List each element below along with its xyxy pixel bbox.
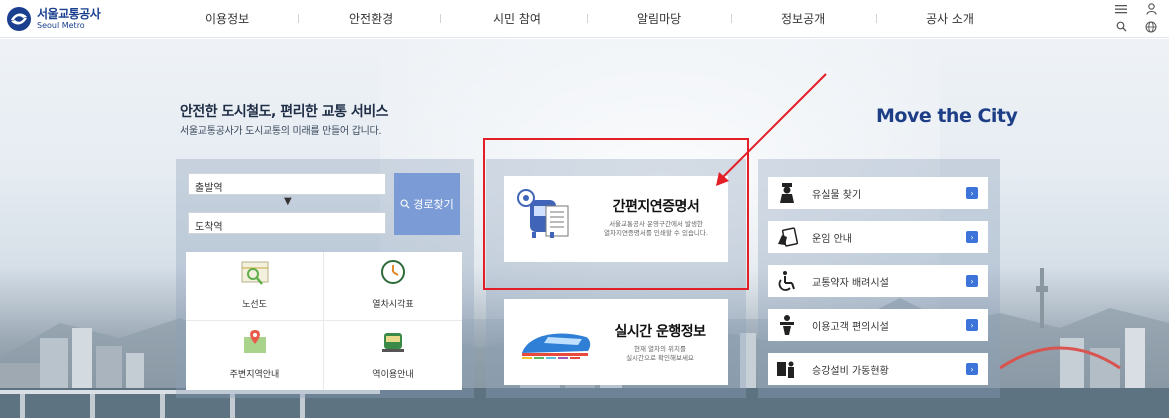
search-icon [400,199,410,209]
realtime-operation-card[interactable]: 실시간 운행정보 현재 열차의 위치를 실시간으로 확인해보세요 [504,299,728,385]
arrow-down-icon: ▼ [284,196,292,207]
arrow-right-icon: › [966,187,978,199]
nav-safety-environment[interactable]: 안전환경 [349,10,393,27]
elevator-icon [776,358,798,380]
quick-link-grid: 노선도 열차시각표 주변지역안내 역이용안내 [186,252,462,390]
route-map-icon [241,261,268,285]
card-description-line: 서울교통공사 운영구간에서 발생한 [609,220,703,228]
card-description: 현재 열차의 위치를 실시간으로 확인해보세요 [596,345,724,363]
delay-certificate-text: 간편지연증명서 서울교통공사 운영구간에서 발생한 열차지연증명서를 인쇄할 수… [586,196,726,238]
nav-divider [298,14,299,23]
card-description-line: 실시간으로 확인해보세요 [626,353,694,362]
nav-notice[interactable]: 알림마당 [637,10,681,27]
delay-certificate-icon [517,189,569,238]
menu-label: 이용고객 편의시설 [812,321,889,333]
map-pin-icon [243,330,266,353]
menu-elevator-status[interactable]: 승강설비 가동현황 › [768,353,988,385]
quick-link-label: 역이용안내 [372,370,414,380]
nav-about-company[interactable]: 공사 소개 [926,10,974,27]
nav-divider [440,14,441,23]
ticket-card-icon [776,226,798,248]
baby-care-icon [776,314,798,336]
quick-link-label: 노선도 [242,300,267,310]
metro-logo-icon [6,6,32,32]
arrow-right-icon: › [966,363,978,375]
utility-menu [1109,0,1169,38]
service-card-panel: 간편지연증명서 서울교통공사 운영구간에서 발생한 열차지연증명서를 인쇄할 수… [486,159,746,398]
card-description: 서울교통공사 운영구간에서 발생한 열차지연증명서를 인쇄할 수 있습니다. [586,220,726,238]
menu-lost-and-found[interactable]: 유실물 찾기 › [768,177,988,209]
hero-banner: 안전한 도시철도, 편리한 교통 서비스 서울교통공사가 도시교통의 미래를 만… [0,39,1169,418]
search-icon[interactable] [1111,18,1131,35]
logo-korean-text: 서울교통공사 [37,7,101,21]
slogan: Move the City [876,105,1018,127]
quick-link-station-guide[interactable]: 역이용안내 [324,321,462,390]
menu-label: 승강설비 가동현황 [812,365,889,377]
hero-subtitle: 서울교통공사가 도시교통의 미래를 만들어 갑니다. [180,126,382,137]
nav-divider [587,14,588,23]
quick-link-route-map[interactable]: 노선도 [186,252,324,321]
departure-station-input[interactable]: 출발역 [188,173,386,195]
card-description-line: 열차지연증명서를 인쇄할 수 있습니다. [604,228,708,237]
nav-information-disclosure[interactable]: 정보공개 [781,10,825,27]
train-icon [382,333,404,352]
hero-title: 안전한 도시철도, 편리한 교통 서비스 [180,104,389,120]
wheelchair-icon [776,270,798,292]
menu-fare-guide[interactable]: 운임 안내 › [768,221,988,253]
logo-english-text: Seoul Metro [37,21,85,30]
card-description-line: 현재 열차의 위치를 [634,345,686,353]
nav-citizen-participation[interactable]: 시민 참여 [493,10,541,27]
quick-link-timetable[interactable]: 열차시각표 [324,252,462,321]
quick-link-label: 주변지역안내 [229,370,280,380]
route-search-button[interactable]: 경로찾기 [394,173,460,235]
seoul-metro-logo[interactable]: 서울교통공사 Seoul Metro [6,5,116,33]
nav-divider [876,14,877,23]
card-title: 실시간 운행정보 [614,324,706,340]
menu-label: 운임 안내 [812,233,852,245]
realtime-operation-text: 실시간 운행정보 현재 열차의 위치를 실시간으로 확인해보세요 [596,321,724,363]
menu-icon[interactable] [1111,0,1131,17]
globe-icon[interactable] [1141,18,1161,35]
arrow-right-icon: › [966,231,978,243]
clock-icon [381,260,405,284]
menu-label: 교통약자 배려시설 [812,277,889,289]
bullet-train-icon [522,333,591,359]
quick-menu-panel: 유실물 찾기 › 운임 안내 › 교통약자 배려시설 › 이용고객 편의시설 › [758,159,1000,398]
nav-usage-info[interactable]: 이용정보 [205,10,249,27]
card-title: 간편지연증명서 [612,199,700,215]
staff-icon [776,182,798,204]
route-search-label: 경로찾기 [413,198,454,211]
delay-certificate-card[interactable]: 간편지연증명서 서울교통공사 운영구간에서 발생한 열차지연증명서를 인쇄할 수… [504,176,728,262]
nav-divider [731,14,732,23]
arrow-right-icon: › [966,275,978,287]
user-icon[interactable] [1141,0,1161,17]
quick-link-label: 열차시각표 [372,300,414,310]
arrow-right-icon: › [966,319,978,331]
arrival-station-input[interactable]: 도착역 [188,212,386,234]
route-search-panel: 출발역 ▼ 도착역 경로찾기 노선도 열차시각표 주변지역안내 역이용안내 [176,159,474,398]
header: 서울교통공사 Seoul Metro 이용정보 안전환경 시민 참여 알림마당 … [0,0,1169,38]
menu-accessibility-facilities[interactable]: 교통약자 배려시설 › [768,265,988,297]
menu-customer-facilities[interactable]: 이용고객 편의시설 › [768,309,988,341]
menu-label: 유실물 찾기 [812,189,862,201]
quick-link-area-guide[interactable]: 주변지역안내 [186,321,324,390]
